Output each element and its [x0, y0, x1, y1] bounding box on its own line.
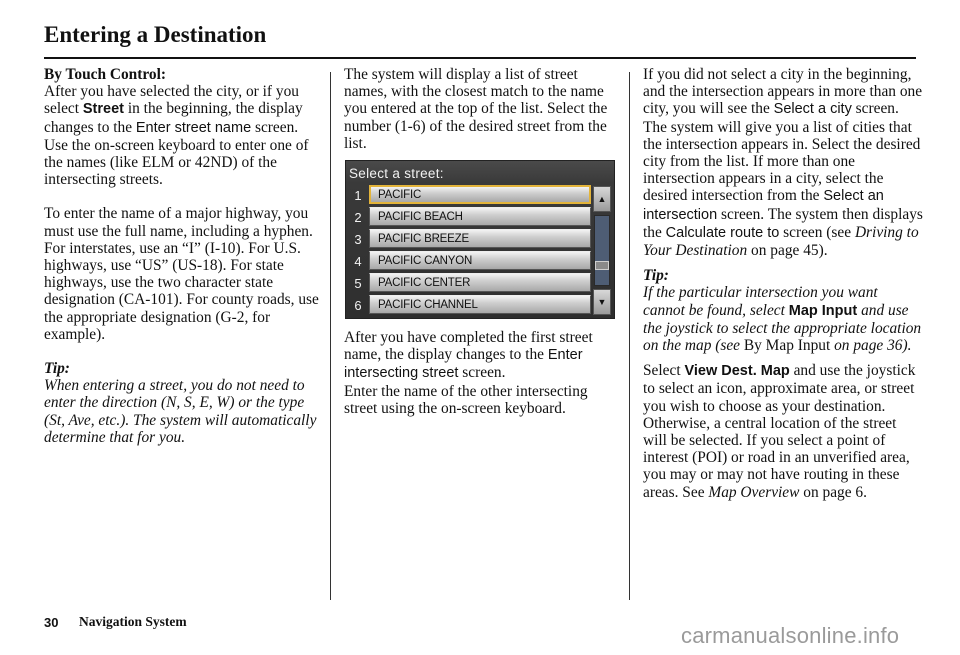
text: on page 45).	[747, 242, 828, 260]
page-number: 30	[44, 615, 59, 630]
row-number: 3	[354, 232, 362, 248]
row-number: 1	[354, 188, 362, 204]
scroll-up-button[interactable]: ▲	[593, 186, 611, 213]
street-list-row[interactable]: 2 PACIFIC BEACH	[346, 207, 593, 227]
text: and use the joystick to select an icon, …	[643, 362, 916, 501]
text: Select	[643, 362, 685, 380]
street-list-row[interactable]: 6 PACIFIC CHANNEL	[346, 295, 593, 315]
page-title: Entering a Destination	[44, 22, 267, 47]
street-option-button[interactable]: PACIFIC CHANNEL	[369, 295, 591, 315]
column-2: The system will display a list of street…	[344, 66, 624, 417]
cross-reference-link[interactable]: By Map Input	[744, 337, 830, 354]
ui-term-calculate-route-to: Calculate route to	[665, 224, 780, 241]
paragraph: If you did not select a city in the begi…	[643, 66, 923, 259]
row-number: 4	[354, 254, 362, 270]
ui-term-enter-street-name: Enter street name	[135, 119, 252, 136]
tip-text: When entering a street, you do not need …	[44, 377, 317, 446]
scrollbar-track[interactable]	[594, 215, 610, 287]
paragraph: The system will display a list of street…	[344, 66, 608, 152]
row-number: 6	[354, 298, 362, 314]
street-list-row[interactable]: 4 PACIFIC CANYON	[346, 251, 593, 271]
section-heading: By Touch Control:	[44, 66, 167, 83]
text: on page 6.	[799, 483, 867, 501]
watermark: carmanualsonline.info	[681, 623, 900, 648]
cross-reference-link[interactable]: Map Overview	[708, 484, 799, 501]
row-number: 2	[354, 210, 362, 226]
column-1: By Touch Control: After you have selecte…	[44, 66, 324, 446]
street-list-row[interactable]: 1 PACIFIC	[346, 185, 593, 205]
street-list-row[interactable]: 3 PACIFIC BREEZE	[346, 229, 593, 249]
paragraph: To enter the name of a major highway, yo…	[44, 205, 319, 343]
paragraph: Enter the name of the other intersecting…	[344, 382, 588, 417]
tip-label: Tip:	[44, 360, 70, 378]
title-rule	[44, 57, 916, 59]
column-divider	[629, 72, 630, 600]
ui-term-map-input: Map Input	[788, 302, 858, 319]
text: screen (see	[779, 223, 855, 241]
paragraph: Select View Dest. Map and use the joysti…	[643, 362, 923, 501]
text: on page 36).	[830, 337, 912, 355]
paragraph: After you have selected the city, or if …	[44, 83, 324, 188]
text: screen.	[458, 364, 506, 382]
street-option-button[interactable]: PACIFIC CENTER	[369, 273, 591, 293]
ui-term-street: Street	[82, 101, 124, 118]
street-option-button[interactable]: PACIFIC BEACH	[369, 207, 591, 227]
street-list-row[interactable]: 5 PACIFIC CENTER	[346, 273, 593, 293]
scrollbar-thumb[interactable]	[595, 261, 609, 271]
row-number: 5	[354, 276, 362, 292]
column-divider	[330, 72, 331, 600]
tip-label: Tip:	[643, 267, 669, 285]
ui-term-view-dest-map: View Dest. Map	[684, 363, 790, 380]
navigation-screen-image: Select a street: 1 PACIFIC 2 PACIFIC BEACH 3…	[345, 160, 615, 320]
paragraph: After you have completed the first stree…	[344, 329, 624, 383]
screen-title: Select a street:	[349, 166, 444, 182]
street-option-button[interactable]: PACIFIC	[369, 185, 591, 205]
ui-term-select-a-city: Select a city	[773, 101, 852, 118]
street-option-button[interactable]: PACIFIC CANYON	[369, 251, 591, 271]
scroll-down-button[interactable]: ▼	[593, 289, 611, 316]
street-option-button[interactable]: PACIFIC BREEZE	[369, 229, 591, 249]
footer-section-title: Navigation System	[79, 614, 187, 629]
tip-text: If the particular intersection you want …	[643, 284, 923, 354]
column-3: If you did not select a city in the begi…	[643, 66, 923, 501]
